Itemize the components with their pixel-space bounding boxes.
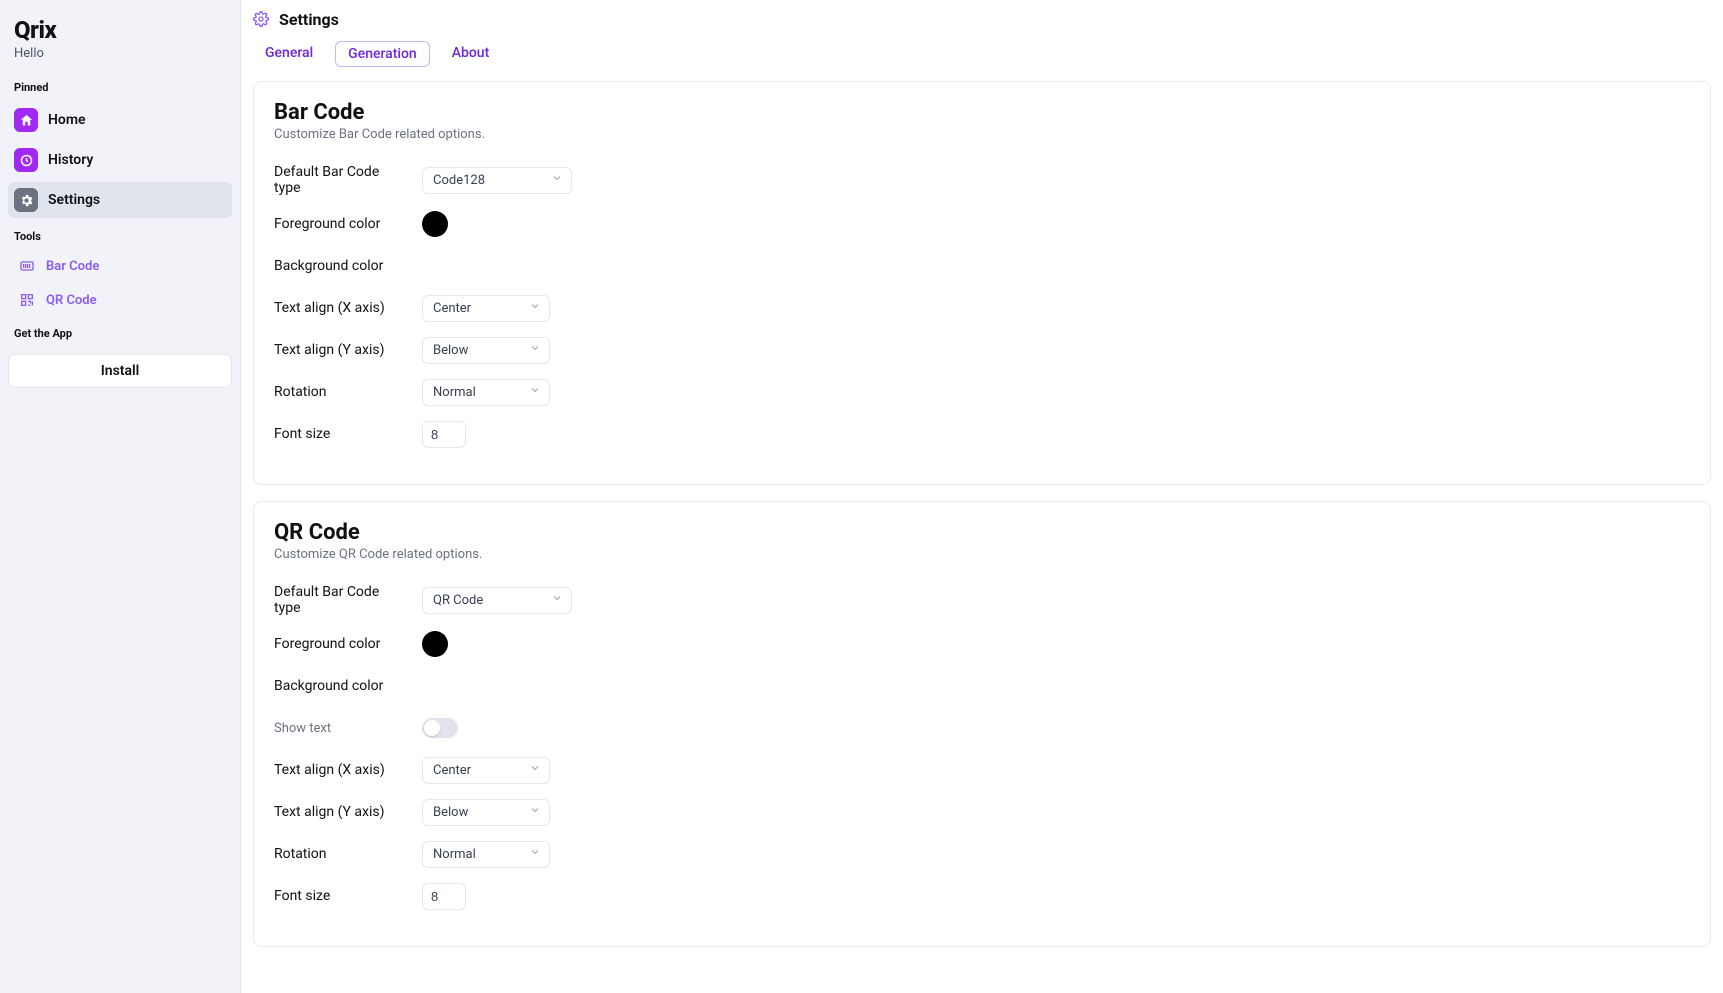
settings-title-icon <box>253 11 271 29</box>
tool-barcode[interactable]: Bar Code <box>8 251 232 281</box>
qrcode-font-size-input[interactable] <box>422 883 466 910</box>
qrcode-title: QR Code <box>274 520 1690 545</box>
nav-home-label: Home <box>48 112 86 128</box>
barcode-background-label: Background color <box>274 258 408 274</box>
chevron-down-icon <box>529 300 541 316</box>
barcode-text-align-x-select[interactable]: Center <box>422 295 550 322</box>
chevron-down-icon <box>551 592 563 608</box>
barcode-icon <box>18 257 36 275</box>
tab-generation[interactable]: Generation <box>335 41 430 67</box>
nav-home[interactable]: Home <box>8 102 232 138</box>
barcode-subtitle: Customize Bar Code related options. <box>274 127 1690 142</box>
qrcode-rotation-select[interactable]: Normal <box>422 841 550 868</box>
home-icon <box>14 108 38 132</box>
qrcode-subtitle: Customize QR Code related options. <box>274 547 1690 562</box>
qrcode-text-align-x-select[interactable]: Center <box>422 757 550 784</box>
qrcode-text-align-y-value: Below <box>433 805 468 820</box>
qrcode-default-type-label: Default Bar Code type <box>274 584 408 616</box>
nav-settings[interactable]: Settings <box>8 182 232 218</box>
qrcode-foreground-label: Foreground color <box>274 636 408 652</box>
tools-label: Tools <box>8 220 232 249</box>
barcode-text-align-x-value: Center <box>433 301 471 316</box>
qrcode-rotation-label: Rotation <box>274 846 408 862</box>
barcode-font-size-input[interactable] <box>422 421 466 448</box>
qrcode-icon <box>18 291 36 309</box>
barcode-text-align-y-label: Text align (Y axis) <box>274 342 408 358</box>
toggle-knob <box>424 720 440 736</box>
barcode-rotation-value: Normal <box>433 385 476 400</box>
brand-block: Qrix Hello <box>8 12 232 71</box>
qrcode-text-align-x-label: Text align (X axis) <box>274 762 408 778</box>
barcode-default-type-label: Default Bar Code type <box>274 164 408 196</box>
qrcode-text-align-y-select[interactable]: Below <box>422 799 550 826</box>
barcode-font-size-label: Font size <box>274 426 408 442</box>
app-name: Qrix <box>14 16 226 44</box>
chevron-down-icon <box>551 172 563 188</box>
barcode-foreground-label: Foreground color <box>274 216 408 232</box>
qrcode-section: QR Code Customize QR Code related option… <box>253 501 1711 947</box>
barcode-text-align-x-label: Text align (X axis) <box>274 300 408 316</box>
qrcode-show-text-label: Show text <box>274 721 408 736</box>
install-button[interactable]: Install <box>8 354 232 388</box>
history-icon <box>14 148 38 172</box>
nav-history-label: History <box>48 152 93 168</box>
page-title-row: Settings <box>253 6 1711 39</box>
barcode-default-type-select[interactable]: Code128 <box>422 167 572 194</box>
chevron-down-icon <box>529 804 541 820</box>
chevron-down-icon <box>529 342 541 358</box>
barcode-default-type-value: Code128 <box>433 173 485 188</box>
barcode-title: Bar Code <box>274 100 1690 125</box>
qrcode-foreground-swatch[interactable] <box>422 631 448 657</box>
qrcode-rotation-value: Normal <box>433 847 476 862</box>
settings-tabs: General Generation About <box>253 39 1711 81</box>
app-subtitle: Hello <box>14 46 226 61</box>
qrcode-background-label: Background color <box>274 678 408 694</box>
pinned-label: Pinned <box>8 71 232 100</box>
tool-qrcode[interactable]: QR Code <box>8 285 232 315</box>
qrcode-text-align-x-value: Center <box>433 763 471 778</box>
gear-icon <box>14 188 38 212</box>
qrcode-font-size-label: Font size <box>274 888 408 904</box>
barcode-section: Bar Code Customize Bar Code related opti… <box>253 81 1711 485</box>
tool-barcode-label: Bar Code <box>46 259 99 274</box>
sidebar: Qrix Hello Pinned Home History Settings … <box>0 0 241 993</box>
page-title: Settings <box>279 10 339 29</box>
nav-settings-label: Settings <box>48 192 100 208</box>
get-app-label: Get the App <box>8 317 232 346</box>
qrcode-show-text-toggle[interactable] <box>422 718 458 738</box>
chevron-down-icon <box>529 762 541 778</box>
qrcode-default-type-value: QR Code <box>433 593 483 608</box>
barcode-foreground-swatch[interactable] <box>422 211 448 237</box>
chevron-down-icon <box>529 846 541 862</box>
nav-history[interactable]: History <box>8 142 232 178</box>
qrcode-text-align-y-label: Text align (Y axis) <box>274 804 408 820</box>
tab-about[interactable]: About <box>440 41 502 67</box>
barcode-text-align-y-value: Below <box>433 343 468 358</box>
barcode-rotation-label: Rotation <box>274 384 408 400</box>
main-content: Settings General Generation About Bar Co… <box>241 0 1723 993</box>
barcode-text-align-y-select[interactable]: Below <box>422 337 550 364</box>
tool-qrcode-label: QR Code <box>46 293 97 308</box>
qrcode-default-type-select[interactable]: QR Code <box>422 587 572 614</box>
barcode-rotation-select[interactable]: Normal <box>422 379 550 406</box>
tab-general[interactable]: General <box>253 41 325 67</box>
chevron-down-icon <box>529 384 541 400</box>
